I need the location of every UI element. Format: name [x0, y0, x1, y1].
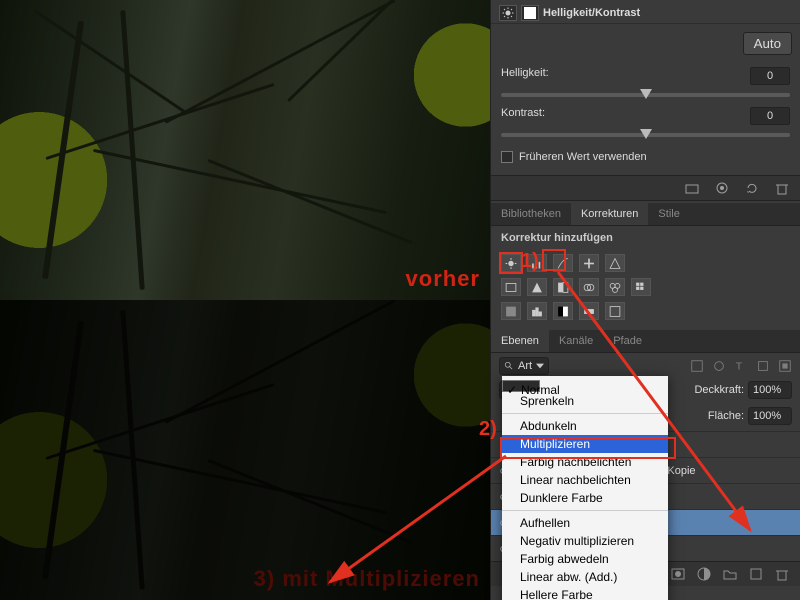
legacy-checkbox-label: Früheren Wert verwenden	[519, 151, 647, 163]
tab-ebenen[interactable]: Ebenen	[491, 330, 549, 352]
tab-kanaele[interactable]: Kanäle	[549, 330, 603, 352]
properties-title: Helligkeit/Kontrast	[543, 7, 640, 19]
add-mask-icon[interactable]	[670, 566, 686, 582]
label-before: vorher	[406, 266, 480, 292]
adj-color-lookup-icon[interactable]	[631, 278, 651, 296]
reset-icon[interactable]	[744, 180, 760, 196]
tabs-group-2: Ebenen Kanäle Pfade	[491, 330, 800, 353]
opacity-value[interactable]: 100%	[748, 381, 792, 399]
brightness-value[interactable]: 0	[750, 67, 790, 85]
label-after: 3) mit Multiplizieren	[254, 566, 480, 592]
trash-icon[interactable]	[774, 180, 790, 196]
adj-channel-mixer-icon[interactable]	[605, 278, 625, 296]
new-adjustment-icon[interactable]	[696, 566, 712, 582]
right-panels: Helligkeit/Kontrast Auto Helligkeit: 0 K…	[490, 0, 800, 600]
document-canvas: vorher 3) mit Multiplizieren	[0, 0, 490, 600]
image-after: 3) mit Multiplizieren	[0, 300, 490, 600]
annotation-step-1: 1)	[521, 250, 539, 273]
search-icon	[504, 361, 514, 371]
adj-invert-icon[interactable]	[501, 302, 521, 320]
properties-footer-icons	[491, 175, 800, 201]
blend-mode-item[interactable]: Farbig nachbelichten	[502, 453, 668, 471]
adj-threshold-icon[interactable]	[553, 302, 573, 320]
fill-value[interactable]: 100%	[748, 407, 792, 425]
adj-bw-icon[interactable]	[553, 278, 573, 296]
tab-stile[interactable]: Stile	[648, 203, 689, 225]
adj-curves-icon[interactable]	[553, 254, 573, 272]
opacity-label: Deckkraft:	[694, 384, 744, 396]
image-before: vorher	[0, 0, 490, 300]
new-layer-icon[interactable]	[748, 566, 764, 582]
blend-mode-item[interactable]: Linear nachbelichten	[502, 471, 668, 489]
adj-posterize-icon[interactable]	[527, 302, 547, 320]
tabs-group-1: Bibliotheken Korrekturen Stile	[491, 203, 800, 226]
contrast-value[interactable]: 0	[750, 107, 790, 125]
blend-mode-item[interactable]: Dunklere Farbe	[502, 489, 668, 507]
contrast-slider[interactable]	[501, 133, 790, 137]
blend-mode-item[interactable]: Farbig abwedeln	[502, 550, 668, 568]
adj-exposure-icon[interactable]	[579, 254, 599, 272]
new-group-icon[interactable]	[722, 566, 738, 582]
blend-mode-item[interactable]: Negativ multiplizieren	[502, 532, 668, 550]
adj-selective-color-icon[interactable]	[605, 302, 625, 320]
properties-panel: Helligkeit/Kontrast Auto Helligkeit: 0 K…	[491, 0, 800, 203]
adj-gradient-map-icon[interactable]	[579, 302, 599, 320]
layer-filter-type[interactable]: Art	[499, 357, 549, 375]
blend-mode-item[interactable]: Linear abw. (Add.)	[502, 568, 668, 586]
mask-thumb-icon[interactable]	[521, 5, 539, 21]
blend-mode-item[interactable]: Abdunkeln	[502, 417, 668, 435]
brightness-slider[interactable]	[501, 93, 790, 97]
filter-smart-icon[interactable]	[778, 359, 792, 373]
adj-photo-filter-icon[interactable]	[579, 278, 599, 296]
layer-filter-type-label: Art	[518, 360, 532, 372]
filter-adj-icon[interactable]	[712, 359, 726, 373]
blend-mode-item[interactable]: Normal	[502, 380, 540, 392]
tab-bibliotheken[interactable]: Bibliotheken	[491, 203, 571, 225]
blend-mode-menu: NormalSprenkelnAbdunkelnMultiplizierenFa…	[502, 376, 668, 600]
contrast-label: Kontrast:	[501, 107, 545, 125]
blend-mode-item[interactable]: Hellere Farbe	[502, 586, 668, 600]
brightness-label: Helligkeit:	[501, 67, 549, 85]
tab-korrekturen[interactable]: Korrekturen	[571, 203, 648, 225]
blend-mode-item[interactable]: Multiplizieren	[502, 435, 668, 453]
auto-button[interactable]: Auto	[743, 32, 792, 55]
adj-hue-sat-icon[interactable]	[501, 278, 521, 296]
clip-icon[interactable]	[684, 180, 700, 196]
view-previous-icon[interactable]	[714, 180, 730, 196]
adj-brightness-contrast-icon[interactable]	[501, 254, 521, 272]
annotation-step-2: 2)	[479, 418, 497, 441]
brightness-contrast-adj-icon	[499, 5, 517, 21]
filter-pixel-icon[interactable]	[690, 359, 704, 373]
adj-vibrance-icon[interactable]	[605, 254, 625, 272]
trash-icon[interactable]	[774, 566, 790, 582]
adj-color-balance-icon[interactable]	[527, 278, 547, 296]
filter-shape-icon[interactable]	[756, 359, 770, 373]
add-adjustment-label: Korrektur hinzufügen	[491, 226, 800, 250]
svg-text:T: T	[736, 361, 743, 373]
blend-mode-item[interactable]: Aufhellen	[502, 514, 668, 532]
tab-pfade[interactable]: Pfade	[603, 330, 652, 352]
filter-type-icon[interactable]: T	[734, 359, 748, 373]
fill-label: Fläche:	[708, 410, 744, 422]
chevron-down-icon	[536, 362, 544, 370]
legacy-checkbox[interactable]	[501, 151, 513, 163]
